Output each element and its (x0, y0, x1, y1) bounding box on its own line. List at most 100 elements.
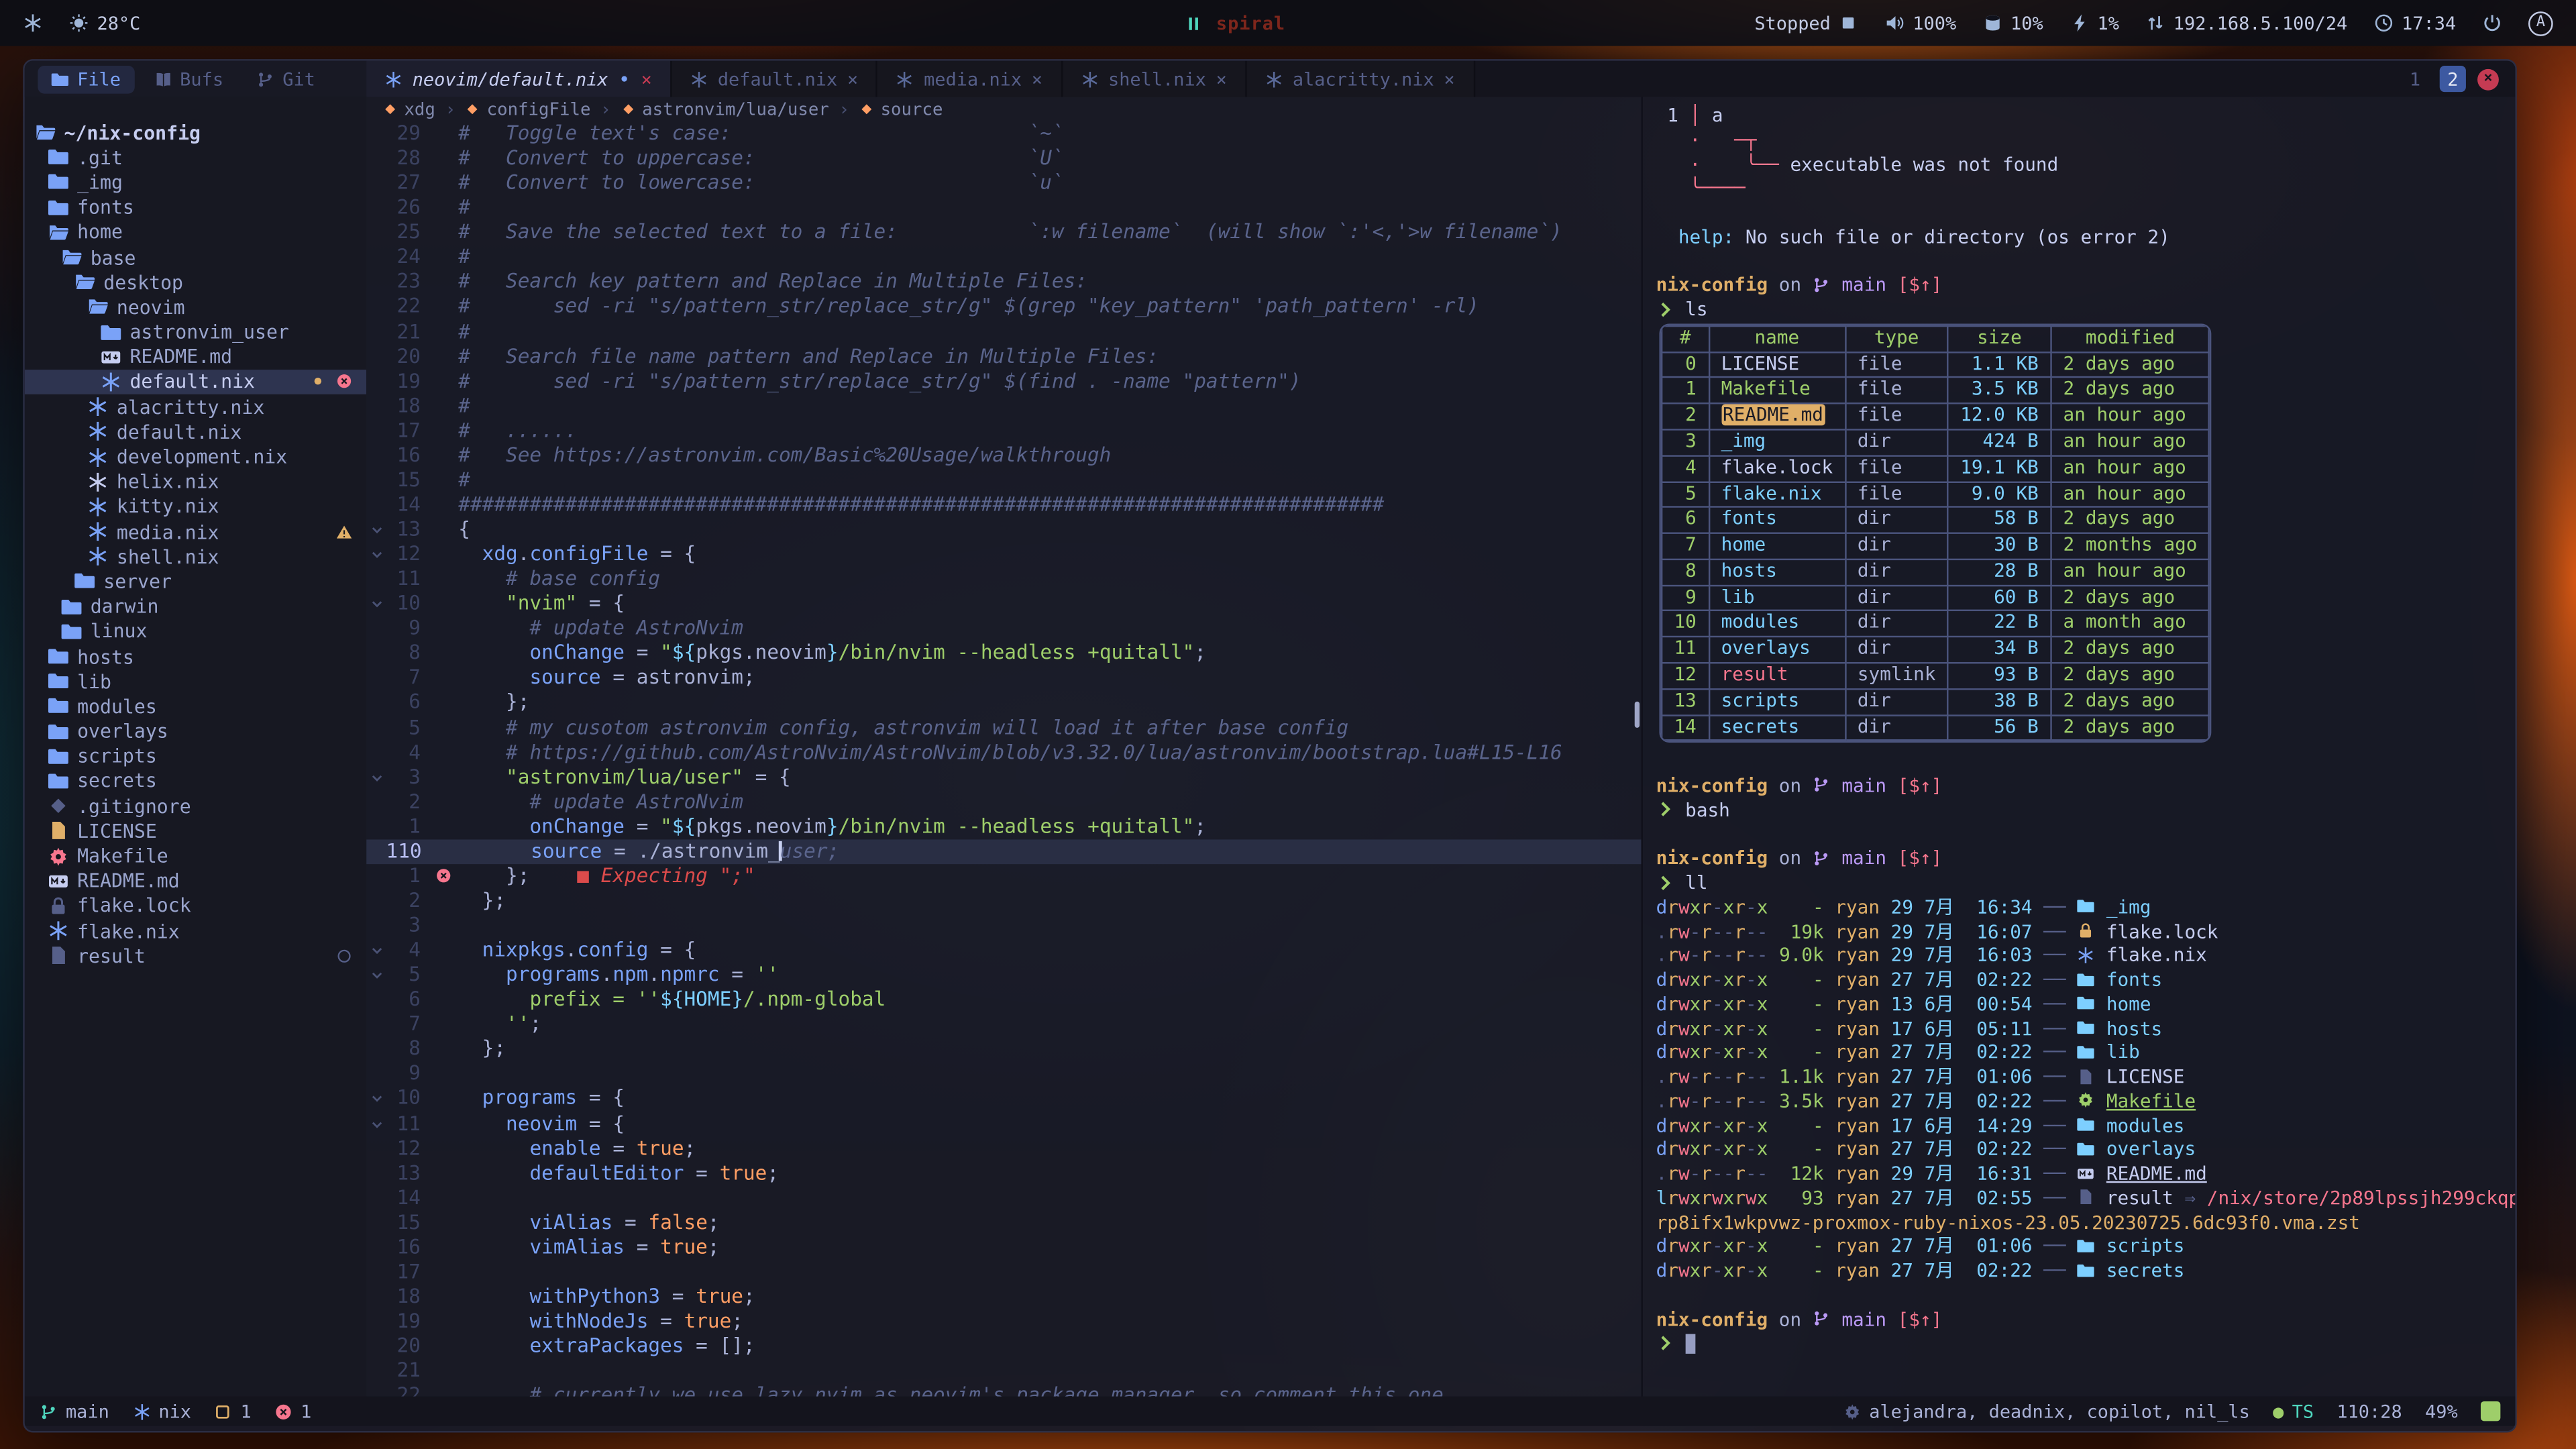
tree-item-flake-lock[interactable]: flake.lock (25, 894, 366, 918)
tree-item--gitignore[interactable]: .gitignore (25, 794, 366, 818)
close-tab-icon[interactable]: × (641, 70, 652, 88)
code-line[interactable]: 20# Search file name pattern and Replace… (366, 344, 1641, 369)
buffer-tab[interactable]: alacritty.nix× (1246, 61, 1474, 97)
code-line[interactable]: 1 }; ■ Expecting ";" (366, 864, 1641, 889)
tree-item-fonts[interactable]: fonts (25, 195, 366, 219)
close-tab-icon[interactable]: × (1216, 70, 1227, 88)
clock[interactable]: 17:34 (2373, 12, 2456, 34)
code-line[interactable]: 3 "astronvim/lua/user" = { (366, 765, 1641, 790)
weather[interactable]: 28°C (69, 12, 141, 34)
code-line[interactable]: 12 xdg.configFile = { (366, 542, 1641, 567)
code-line[interactable]: 14######################################… (366, 493, 1641, 518)
code-line[interactable]: 25# Save the selected text to a file: `:… (366, 221, 1641, 246)
code-line[interactable]: 23# Search key pattern and Replace in Mu… (366, 270, 1641, 295)
close-tab-icon[interactable]: × (847, 70, 858, 88)
tree-item-server[interactable]: server (25, 569, 366, 594)
tree-item-secrets[interactable]: secrets (25, 769, 366, 794)
tree-item-helix-nix[interactable]: helix.nix (25, 469, 366, 494)
code-line[interactable]: 5 # my cusotom astronvim config, astronv… (366, 716, 1641, 741)
tree-item-hosts[interactable]: hosts (25, 644, 366, 669)
tree-item-result[interactable]: result (25, 943, 366, 968)
volume[interactable]: 100% (1885, 12, 1957, 34)
tree-item-neovim[interactable]: neovim (25, 294, 366, 319)
tree-item-shell-nix[interactable]: shell.nix (25, 544, 366, 569)
code-line[interactable]: 10 "nvim" = { (366, 592, 1641, 616)
tree-item-makefile[interactable]: Makefile (25, 843, 366, 868)
code-line[interactable]: 18 withPython3 = true; (366, 1285, 1641, 1309)
code-line[interactable]: 20 extraPackages = []; (366, 1334, 1641, 1359)
tree-item-readme-md[interactable]: README.md (25, 345, 366, 370)
tree-item-home[interactable]: home (25, 220, 366, 245)
code-line[interactable]: 9 (366, 1062, 1641, 1087)
code-line[interactable]: 6 prefix = ''${HOME}/.npm-global (366, 987, 1641, 1012)
tree-item-scripts[interactable]: scripts (25, 744, 366, 769)
code-line[interactable]: 5 programs.npm.npmrc = '' (366, 963, 1641, 987)
nixos-menu[interactable] (23, 13, 42, 33)
tree-item-media-nix[interactable]: media.nix (25, 519, 366, 544)
buffer-tab[interactable]: shell.nix× (1062, 61, 1246, 97)
code-line[interactable]: 4 # https://github.com/AstroNvim/AstroNv… (366, 740, 1641, 765)
editor-pane[interactable]: xdg›configFile›astronvim/lua/user›source… (366, 97, 1641, 1396)
code-line[interactable]: 12 enable = true; (366, 1136, 1641, 1161)
tree-item--nix-config[interactable]: ~/nix-config (25, 120, 366, 145)
breadcrumb-item[interactable]: configFile (466, 99, 591, 119)
keyboard-layout[interactable]: A (2528, 11, 2553, 36)
code-line[interactable]: 21# (366, 319, 1641, 344)
battery[interactable]: 1% (2070, 12, 2119, 34)
code-line[interactable]: 21 (366, 1359, 1641, 1384)
code-line[interactable]: 22 # currently we use lazy.nvim as neovi… (366, 1384, 1641, 1397)
code-line[interactable]: 9 # update AstroNvim (366, 616, 1641, 641)
code-line[interactable]: 2 }; (366, 889, 1641, 914)
code-line[interactable]: 4 nixpkgs.config = { (366, 938, 1641, 963)
code-line[interactable]: 24# (366, 246, 1641, 270)
code-line[interactable]: 15# (366, 468, 1641, 493)
code-line[interactable]: 17 (366, 1260, 1641, 1285)
code-line[interactable]: 22# sed -ri "s/pattern_str/replace_str/g… (366, 294, 1641, 319)
tabpage-2[interactable]: 2 (2440, 66, 2466, 92)
code-line[interactable]: 17# ...... (366, 419, 1641, 443)
code-line[interactable]: 16# See https://astronvim.com/Basic%20Us… (366, 443, 1641, 468)
tree-item-modules[interactable]: modules (25, 694, 366, 718)
tree-item-flake-nix[interactable]: flake.nix (25, 918, 366, 943)
tree-item-readme-md[interactable]: README.md (25, 869, 366, 894)
tree-item-kitty-nix[interactable]: kitty.nix (25, 494, 366, 519)
code-line[interactable]: 13 defaultEditor = true; (366, 1161, 1641, 1186)
breadcrumb-item[interactable]: astronvim/lua/user (621, 99, 829, 119)
tree-item-lib[interactable]: lib (25, 669, 366, 694)
breadcrumb-item[interactable]: source (859, 99, 943, 119)
buffer-tab[interactable]: default.nix× (672, 61, 877, 97)
code-line[interactable]: 6 }; (366, 691, 1641, 716)
code-line[interactable]: 15 viAlias = false; (366, 1210, 1641, 1235)
tabpage-1[interactable]: 1 (2402, 66, 2428, 92)
code-line[interactable]: 29# Toggle text's case: `~` (366, 121, 1641, 146)
buffer-tab[interactable]: neovim/default.nix× (366, 61, 672, 97)
code-line[interactable]: 19# sed -ri "s/pattern_str/replace_str/g… (366, 369, 1641, 394)
code-line[interactable]: 2 # update AstroNvim (366, 790, 1641, 814)
close-window-icon[interactable]: × (2477, 68, 2499, 90)
tree-item-darwin[interactable]: darwin (25, 594, 366, 619)
code-line[interactable]: 13{ (366, 517, 1641, 542)
tree-item-license[interactable]: LICENSE (25, 818, 366, 843)
code-line[interactable]: 7 source = astronvim; (366, 666, 1641, 691)
tree-item-astronvim-user[interactable]: astronvim_user (25, 319, 366, 344)
code-line[interactable]: 3 (366, 914, 1641, 938)
code-line[interactable]: 11 neovim = { (366, 1112, 1641, 1136)
tree-item-default-nix[interactable]: default.nix (25, 370, 366, 394)
code-line[interactable]: 16 vimAlias = true; (366, 1235, 1641, 1260)
tree-item--img[interactable]: _img (25, 170, 366, 195)
tree-item-desktop[interactable]: desktop (25, 270, 366, 294)
code-line[interactable]: 18# (366, 394, 1641, 419)
tree-item-default-nix[interactable]: default.nix (25, 419, 366, 444)
code-line[interactable]: 11 # base config (366, 567, 1641, 592)
code-line[interactable]: 10 programs = { (366, 1087, 1641, 1112)
code-line[interactable]: 26# (366, 196, 1641, 221)
tree-item-linux[interactable]: linux (25, 619, 366, 644)
code-line[interactable]: 1 onChange = "${pkgs.neovim}/bin/nvim --… (366, 814, 1641, 839)
code-line[interactable]: 27# Convert to lowercase: `u` (366, 171, 1641, 196)
explorer-tab-git[interactable]: Git (243, 65, 328, 93)
code-line[interactable]: 19 withNodeJs = true; (366, 1309, 1641, 1334)
explorer-tab-file[interactable]: File (38, 65, 133, 93)
tree-item-development-nix[interactable]: development.nix (25, 444, 366, 469)
network[interactable]: 192.168.5.100/24 (2145, 12, 2347, 34)
power-button[interactable] (2482, 13, 2502, 33)
